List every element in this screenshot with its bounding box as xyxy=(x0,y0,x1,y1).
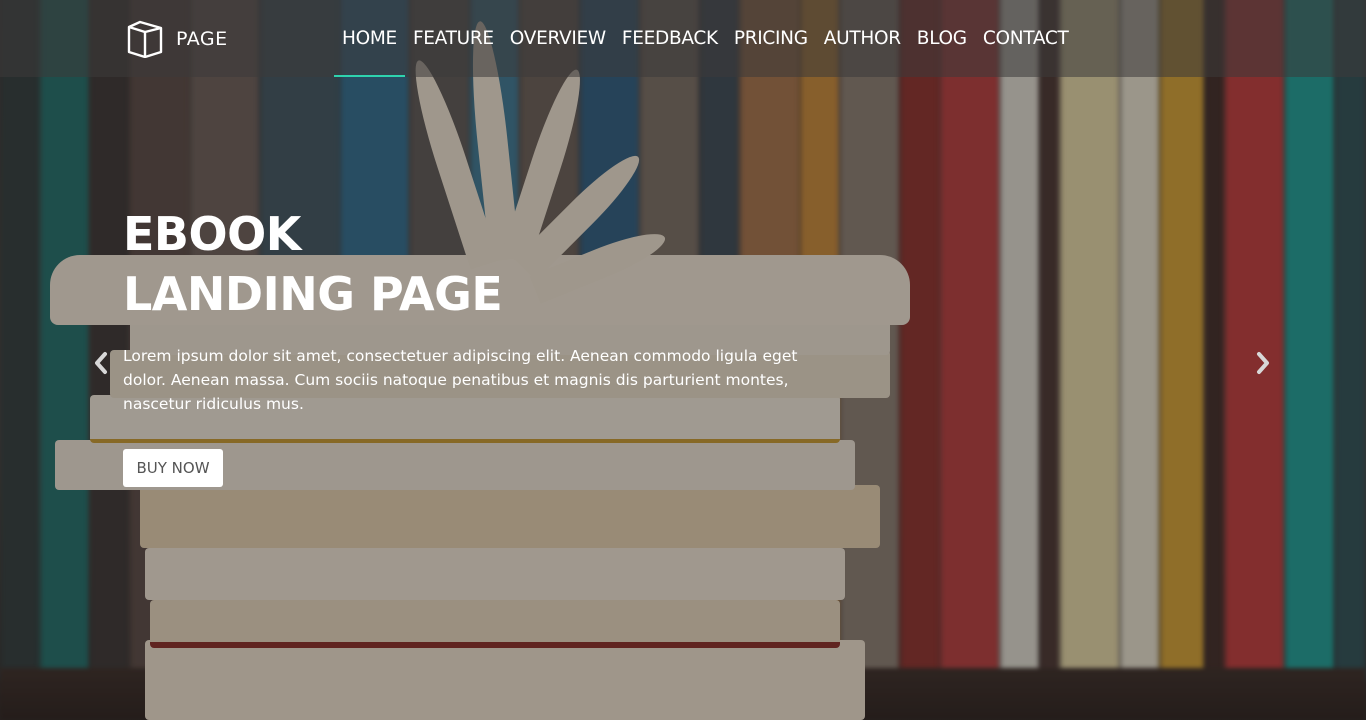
brand-logo[interactable]: PAGE xyxy=(127,19,228,59)
chevron-right-icon xyxy=(1255,351,1271,375)
nav-item-author[interactable]: AUTHOR xyxy=(816,0,909,77)
nav-item-overview[interactable]: OVERVIEW xyxy=(502,0,614,77)
hero-title: EBOOK LANDING PAGE xyxy=(123,204,503,324)
nav-item-contact[interactable]: CONTACT xyxy=(975,0,1077,77)
nav-item-home[interactable]: HOME xyxy=(334,0,405,77)
nav-item-pricing[interactable]: PRICING xyxy=(726,0,816,77)
site-header: PAGE HOME FEATURE OVERVIEW FEEDBACK PRIC… xyxy=(0,0,1366,77)
nav-item-feedback[interactable]: FEEDBACK xyxy=(614,0,726,77)
chevron-left-icon xyxy=(93,351,109,375)
brand-name: PAGE xyxy=(176,28,228,50)
hero-description: Lorem ipsum dolor sit amet, consectetuer… xyxy=(123,347,798,413)
main-navigation: HOME FEATURE OVERVIEW FEEDBACK PRICING A… xyxy=(334,0,1076,77)
open-book-icon xyxy=(127,20,163,58)
carousel-prev-button[interactable] xyxy=(89,350,113,376)
carousel-next-button[interactable] xyxy=(1251,350,1275,376)
nav-item-blog[interactable]: BLOG xyxy=(909,0,975,77)
hero-title-line-1: EBOOK xyxy=(123,207,301,261)
hero-title-line-2: LANDING PAGE xyxy=(123,267,503,321)
buy-now-button[interactable]: BUY NOW xyxy=(123,449,223,487)
nav-item-feature[interactable]: FEATURE xyxy=(405,0,502,77)
